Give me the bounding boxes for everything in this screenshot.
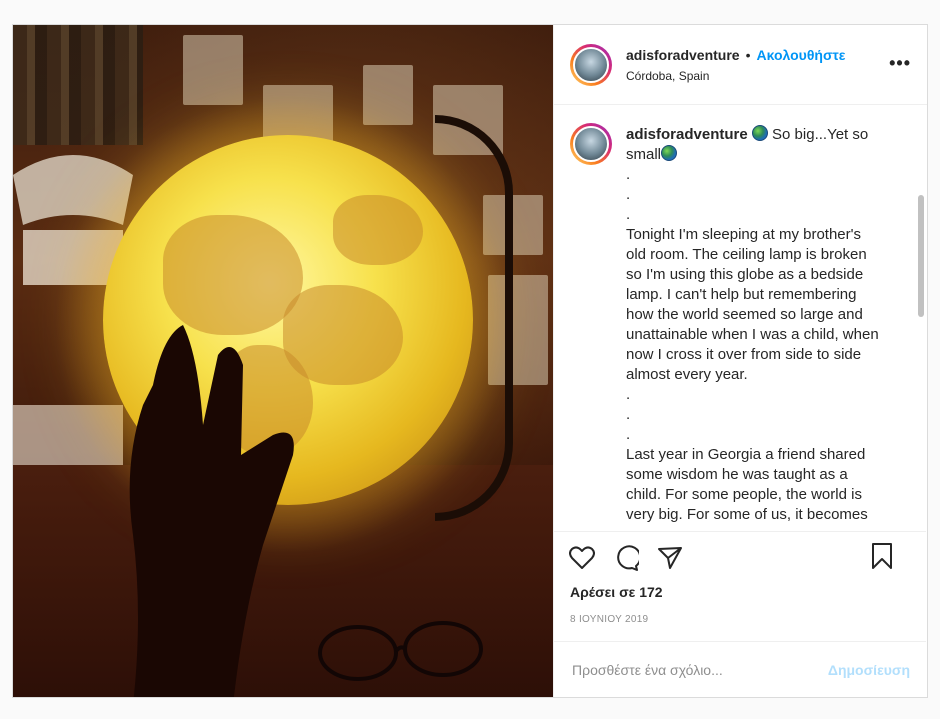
comment-icon[interactable] xyxy=(612,544,640,572)
caption-line: some wisdom he was taught as a xyxy=(626,466,848,483)
caption-line: . xyxy=(626,426,631,443)
caption-line: now I cross it over from side to side xyxy=(626,346,862,363)
bookmark-icon[interactable] xyxy=(868,542,896,570)
heart-icon[interactable] xyxy=(568,544,596,572)
story-ring[interactable] xyxy=(570,43,612,86)
caption-line: . xyxy=(626,206,631,223)
caption: adisforadventure So big...Yet so small .… xyxy=(554,105,926,525)
post-header: adisforadventure • Ακολουθήστε Córdoba, … xyxy=(554,25,927,105)
caption-line: So big...Yet so xyxy=(772,126,869,143)
caption-line: almost every year. xyxy=(626,366,748,383)
post-sidebar: adisforadventure • Ακολουθήστε Córdoba, … xyxy=(553,25,927,697)
caption-line: lamp. I can't help but remembering xyxy=(626,286,857,303)
caption-scrollbar[interactable] xyxy=(918,195,924,317)
post-actions: Αρέσει σε 172 8 ΙΟΥΝΙΟΥ 2019 xyxy=(554,531,926,625)
caption-line: old room. The ceiling lamp is broken xyxy=(626,246,867,263)
caption-line: . xyxy=(626,186,631,203)
comment-bar: Δημοσίευση xyxy=(554,641,926,697)
caption-line: Tonight I'm sleeping at my brother's xyxy=(626,226,862,243)
photo-poster xyxy=(183,35,243,105)
follow-button[interactable]: Ακολουθήστε xyxy=(757,47,846,63)
caption-text: adisforadventure So big...Yet so small .… xyxy=(626,125,896,525)
caption-username-link[interactable]: adisforadventure xyxy=(626,126,748,143)
caption-line: . xyxy=(626,386,631,403)
action-icons xyxy=(554,532,926,576)
globe-emoji-icon xyxy=(661,145,678,161)
post-photo[interactable] xyxy=(13,25,553,697)
username-link[interactable]: adisforadventure xyxy=(626,47,740,63)
caption-line: so I'm using this globe as a bedside xyxy=(626,266,864,283)
photo-globe-stand xyxy=(435,115,513,521)
photo-glasses xyxy=(318,621,483,681)
likes-count[interactable]: Αρέσει σε 172 xyxy=(554,576,926,600)
post-date[interactable]: 8 ΙΟΥΝΙΟΥ 2019 xyxy=(554,600,926,625)
caption-line: . xyxy=(626,406,631,423)
caption-scroll-area[interactable]: adisforadventure So big...Yet so small .… xyxy=(554,105,926,531)
caption-story-ring[interactable] xyxy=(570,123,612,165)
caption-line: child. For some people, the world is xyxy=(626,486,862,503)
avatar[interactable] xyxy=(573,46,609,83)
photo-bookshelf xyxy=(13,25,143,145)
globe-emoji-icon xyxy=(751,125,768,141)
location-link[interactable]: Córdoba, Spain xyxy=(626,69,845,83)
share-icon[interactable] xyxy=(656,544,684,572)
separator-dot: • xyxy=(745,46,751,63)
header-text: adisforadventure • Ακολουθήστε Córdoba, … xyxy=(626,47,845,83)
caption-avatar[interactable] xyxy=(573,126,609,162)
caption-line: very big. For some of us, it becomes xyxy=(626,506,868,523)
comment-input[interactable] xyxy=(570,660,828,679)
caption-line: unattainable when I was a child, when xyxy=(626,326,879,343)
caption-line: . xyxy=(626,166,631,183)
more-options-icon[interactable]: ••• xyxy=(889,53,911,74)
caption-line: how the world seemed so large and xyxy=(626,306,863,323)
photo-hand xyxy=(129,325,294,697)
post-card: adisforadventure • Ακολουθήστε Córdoba, … xyxy=(12,24,928,698)
caption-line: Last year in Georgia a friend shared xyxy=(626,446,866,463)
publish-button[interactable]: Δημοσίευση xyxy=(828,662,910,678)
caption-line: small xyxy=(626,146,662,163)
